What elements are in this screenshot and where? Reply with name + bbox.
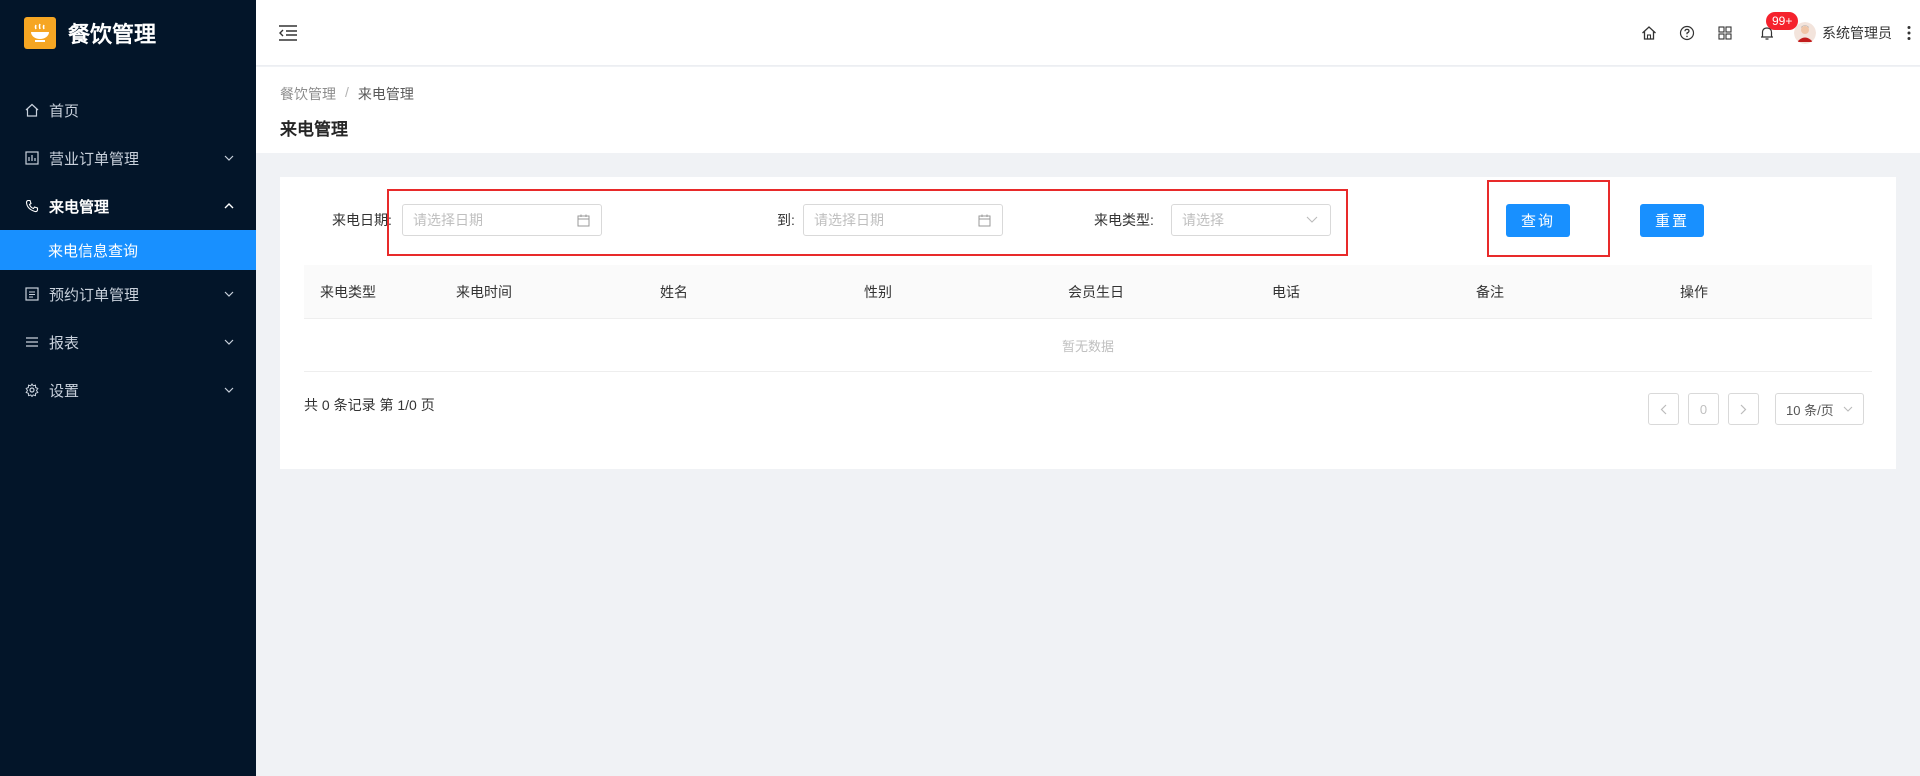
column-header: 备注 [1476, 283, 1504, 300]
page-size-value: 10 条/页 [1786, 402, 1834, 418]
bell-icon[interactable]: 99+ [1748, 12, 1799, 51]
sidebar-item-label: 首页 [49, 102, 80, 120]
sidebar-item-home[interactable]: 首页 [0, 86, 256, 134]
chart-icon [24, 150, 40, 166]
empty-state: 暂无数据 [304, 319, 1872, 372]
call-records-table: 来电类型 来电时间 姓名 性别 会员生日 电话 备注 操作 暂无数据 [304, 265, 1872, 372]
chevron-down-icon [224, 336, 236, 348]
notification-badge: 99+ [1766, 12, 1799, 30]
sidebar-item-reservation-orders[interactable]: 预约订单管理 [0, 270, 256, 318]
column-header: 操作 [1680, 283, 1708, 300]
column-header: 姓名 [660, 283, 688, 300]
sidebar-item-label: 预约订单管理 [49, 286, 140, 304]
sidebar-item-label: 来电管理 [49, 198, 110, 216]
app-title: 餐饮管理 [68, 22, 157, 47]
menu-fold-icon[interactable] [278, 24, 298, 42]
sidebar-item-call-info-query[interactable]: 来电信息查询 [0, 230, 256, 270]
table-header: 来电类型 来电时间 姓名 性别 会员生日 电话 备注 操作 [304, 265, 1872, 319]
sidebar-item-call-management[interactable]: 来电管理 [0, 182, 256, 230]
bowl-logo-icon [24, 17, 56, 49]
column-header: 来电类型 [320, 283, 376, 300]
page-number-button[interactable]: 0 [1688, 393, 1719, 425]
content-card: 来电日期: 请选择日期 到: 请选择日期 来电类型: 请选择 查询 重置 来电类… [280, 177, 1896, 469]
sidebar-item-label: 设置 [49, 382, 80, 400]
sidebar-item-label: 报表 [49, 334, 80, 352]
top-header: 99+ 系统管理员 [256, 0, 1920, 66]
column-header: 来电时间 [456, 283, 512, 300]
chevron-down-icon [224, 152, 236, 164]
apps-grid-icon[interactable] [1706, 15, 1744, 51]
prev-page-button[interactable] [1648, 393, 1679, 425]
reset-button[interactable]: 重置 [1640, 204, 1704, 237]
page-title: 来电管理 [280, 120, 348, 139]
chevron-down-icon [224, 384, 236, 396]
home-icon[interactable] [1630, 15, 1668, 51]
header-actions: 99+ 系统管理员 [1630, 0, 1920, 66]
chevron-up-icon [224, 200, 236, 212]
user-name: 系统管理员 [1822, 25, 1892, 41]
sidebar-menu: 首页 营业订单管理 来电管理 来电信息查询 预约订单管理 报表 设置 [0, 86, 256, 414]
home-icon [24, 102, 40, 118]
total-records-text: 共 0 条记录 第 1/0 页 [304, 397, 435, 413]
column-header: 会员生日 [1068, 283, 1124, 300]
filter-highlight-box [387, 189, 1348, 256]
sidebar-item-settings[interactable]: 设置 [0, 366, 256, 414]
list-icon [24, 286, 40, 302]
sidebar-item-label: 营业订单管理 [49, 150, 140, 168]
query-highlight-box [1487, 180, 1610, 257]
user-menu[interactable]: 系统管理员 [1794, 22, 1892, 44]
breadcrumb-separator: / [345, 84, 349, 100]
column-header: 性别 [864, 283, 892, 300]
page-size-select[interactable]: 10 条/页 [1775, 393, 1864, 425]
sidebar: 餐饮管理 首页 营业订单管理 来电管理 来电信息查询 预约订单管理 报表 设置 [0, 0, 256, 776]
breadcrumb-current: 来电管理 [357, 86, 414, 102]
chevron-down-icon [224, 288, 236, 300]
sidebar-item-reports[interactable]: 报表 [0, 318, 256, 366]
logo[interactable]: 餐饮管理 [0, 0, 256, 66]
call-date-label: 来电日期: [332, 212, 392, 228]
menu-lines-icon [24, 334, 40, 350]
sidebar-item-label: 来电信息查询 [48, 242, 139, 260]
more-vertical-icon[interactable] [1898, 15, 1920, 51]
page-header: 餐饮管理 / 来电管理 来电管理 [256, 67, 1920, 153]
avatar [1794, 22, 1816, 44]
chevron-down-icon [1843, 406, 1853, 412]
breadcrumb: 餐饮管理 / 来电管理 [280, 84, 414, 104]
next-page-button[interactable] [1728, 393, 1759, 425]
phone-icon [24, 198, 40, 214]
sidebar-item-business-orders[interactable]: 营业订单管理 [0, 134, 256, 182]
help-icon[interactable] [1668, 15, 1706, 51]
gear-icon [24, 382, 40, 398]
breadcrumb-root[interactable]: 餐饮管理 [280, 84, 336, 104]
column-header: 电话 [1272, 283, 1300, 300]
